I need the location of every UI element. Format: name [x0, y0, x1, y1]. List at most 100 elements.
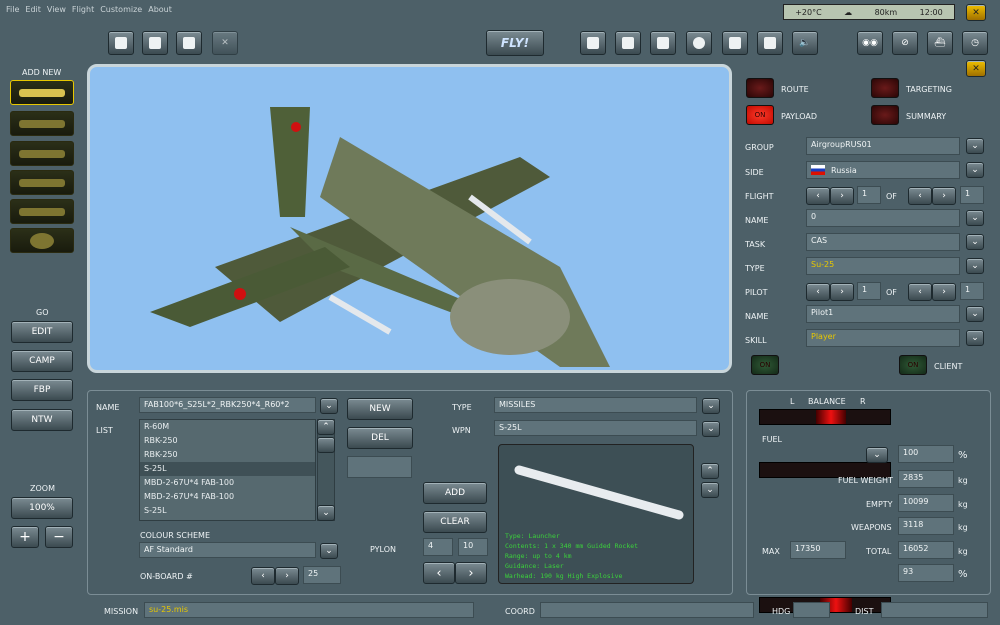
flight-prev-button[interactable]: ‹: [806, 187, 830, 205]
fuel-percent[interactable]: 100: [898, 445, 954, 463]
route-led[interactable]: [746, 78, 774, 98]
disabled-close-button[interactable]: ✕: [212, 31, 238, 55]
list-item[interactable]: MBD-2-67U*4 FAB-100: [140, 490, 315, 504]
name-field[interactable]: 0: [806, 209, 960, 227]
zoom-in-button[interactable]: +: [11, 526, 39, 548]
clear-button[interactable]: CLEAR: [423, 511, 487, 533]
list-item-selected[interactable]: S-25L: [140, 462, 315, 476]
compass-button[interactable]: ◷: [962, 31, 988, 55]
fuel-dropdown[interactable]: ⌄: [866, 447, 888, 463]
summary-led[interactable]: [871, 105, 899, 125]
weapon-dropdown[interactable]: ⌄: [702, 421, 720, 437]
preview-scroll-down[interactable]: ⌄: [701, 482, 719, 498]
camp-button[interactable]: CAMP: [11, 350, 73, 372]
flight-number[interactable]: 1: [857, 186, 881, 204]
encyclopedia-button[interactable]: [757, 31, 783, 55]
menu-edit[interactable]: Edit: [25, 5, 41, 17]
list-item[interactable]: RBK-250: [140, 434, 315, 448]
pylon-next[interactable]: ›: [455, 562, 487, 584]
preview-scroll-up[interactable]: ⌃: [701, 463, 719, 479]
close-panel-button[interactable]: ✕: [966, 60, 986, 77]
menu-customize[interactable]: Customize: [100, 5, 142, 17]
pilot-name-field[interactable]: Pilot1: [806, 305, 960, 323]
calculator-button[interactable]: [650, 31, 676, 55]
group-dropdown[interactable]: ⌄: [966, 138, 984, 154]
colour-scheme-field[interactable]: AF Standard: [139, 542, 316, 558]
zoom-value[interactable]: 100%: [11, 497, 73, 519]
fbp-button[interactable]: FBP: [11, 379, 73, 401]
briefing-button[interactable]: [580, 31, 606, 55]
scroll-thumb[interactable]: [317, 437, 335, 453]
type-field[interactable]: Su-25: [806, 257, 960, 275]
flight-total-prev[interactable]: ‹: [908, 187, 932, 205]
map-zoom-button[interactable]: [722, 31, 748, 55]
del-button[interactable]: DEL: [347, 427, 413, 449]
notes-button[interactable]: [615, 31, 641, 55]
flight-total-next[interactable]: ›: [932, 187, 956, 205]
colour-scheme-dropdown[interactable]: ⌄: [320, 543, 338, 559]
task-dropdown[interactable]: ⌄: [966, 234, 984, 250]
add-tank-button[interactable]: [10, 170, 74, 195]
binoculars-button[interactable]: ◉◉: [857, 31, 883, 55]
weather-button[interactable]: [686, 31, 712, 55]
menu-file[interactable]: File: [6, 5, 19, 17]
aircraft-viewport[interactable]: [87, 64, 732, 373]
list-item[interactable]: R-60M: [140, 420, 315, 434]
pilot-total[interactable]: 1: [960, 282, 984, 300]
zoom-out-button[interactable]: −: [45, 526, 73, 548]
targeting-led[interactable]: [871, 78, 899, 98]
menu-flight[interactable]: Flight: [72, 5, 94, 17]
blank-field[interactable]: [347, 456, 412, 478]
pilot-total-prev[interactable]: ‹: [908, 283, 932, 301]
fly-button[interactable]: FLY!: [486, 30, 544, 56]
onboard-prev[interactable]: ‹: [251, 567, 275, 585]
flight-total[interactable]: 1: [960, 186, 984, 204]
targeting-tab-label[interactable]: TARGETING: [906, 85, 952, 94]
pilot-number[interactable]: 1: [857, 282, 881, 300]
no-entry-button[interactable]: ⊘: [892, 31, 918, 55]
onboard-next[interactable]: ›: [275, 567, 299, 585]
menu-view[interactable]: View: [47, 5, 66, 17]
add-ship-button[interactable]: [10, 141, 74, 166]
add-helicopter-button[interactable]: [10, 111, 74, 136]
flight-next-button[interactable]: ›: [830, 187, 854, 205]
menu-about[interactable]: About: [148, 5, 172, 17]
pilot-total-next[interactable]: ›: [932, 283, 956, 301]
pilot-prev-button[interactable]: ‹: [806, 283, 830, 301]
payload-led[interactable]: ON: [746, 105, 774, 125]
edit-button[interactable]: EDIT: [11, 321, 73, 343]
skill-field[interactable]: Player: [806, 329, 960, 347]
payload-name-dropdown[interactable]: ⌄: [320, 398, 338, 414]
weapon-field[interactable]: S-25L: [494, 420, 697, 436]
side-field[interactable]: Russia: [806, 161, 960, 179]
weapon-type-field[interactable]: MISSILES: [494, 397, 697, 413]
pylon-from[interactable]: 4: [423, 538, 453, 556]
summary-tab-label[interactable]: SUMMARY: [906, 112, 946, 121]
type-dropdown[interactable]: ⌄: [966, 258, 984, 274]
close-button[interactable]: ✕: [966, 4, 986, 21]
open-button[interactable]: [142, 31, 168, 55]
task-field[interactable]: CAS: [806, 233, 960, 251]
list-item[interactable]: S-25L: [140, 504, 315, 518]
new-button[interactable]: NEW: [347, 398, 413, 420]
scroll-up-button[interactable]: ⌃: [317, 419, 335, 435]
unknown-toggle-led[interactable]: ON: [751, 355, 779, 375]
ntw-button[interactable]: NTW: [11, 409, 73, 431]
payload-tab-label[interactable]: PAYLOAD: [781, 112, 817, 121]
weapon-type-dropdown[interactable]: ⌄: [702, 398, 720, 414]
payload-name-field[interactable]: FAB100*6_S25L*2_RBK250*4_R60*2: [139, 397, 316, 413]
onboard-field[interactable]: 25: [303, 566, 341, 584]
group-field[interactable]: AirgroupRUS01: [806, 137, 960, 155]
scroll-down-button[interactable]: ⌄: [317, 505, 335, 521]
add-target-button[interactable]: [10, 228, 74, 253]
add-static-button[interactable]: [10, 199, 74, 224]
sound-button[interactable]: 🔈: [792, 31, 818, 55]
add-button[interactable]: ADD: [423, 482, 487, 504]
pilot-name-dropdown[interactable]: ⌄: [966, 306, 984, 322]
payload-list[interactable]: R-60M RBK-250 RBK-250 S-25L MBD-2-67U*4 …: [139, 419, 316, 521]
route-tab-label[interactable]: ROUTE: [781, 85, 809, 94]
client-toggle-led[interactable]: ON: [899, 355, 927, 375]
side-dropdown[interactable]: ⌄: [966, 162, 984, 178]
list-item[interactable]: MBD-2-67U*4 FAB-100: [140, 476, 315, 490]
pylon-prev[interactable]: ‹: [423, 562, 455, 584]
